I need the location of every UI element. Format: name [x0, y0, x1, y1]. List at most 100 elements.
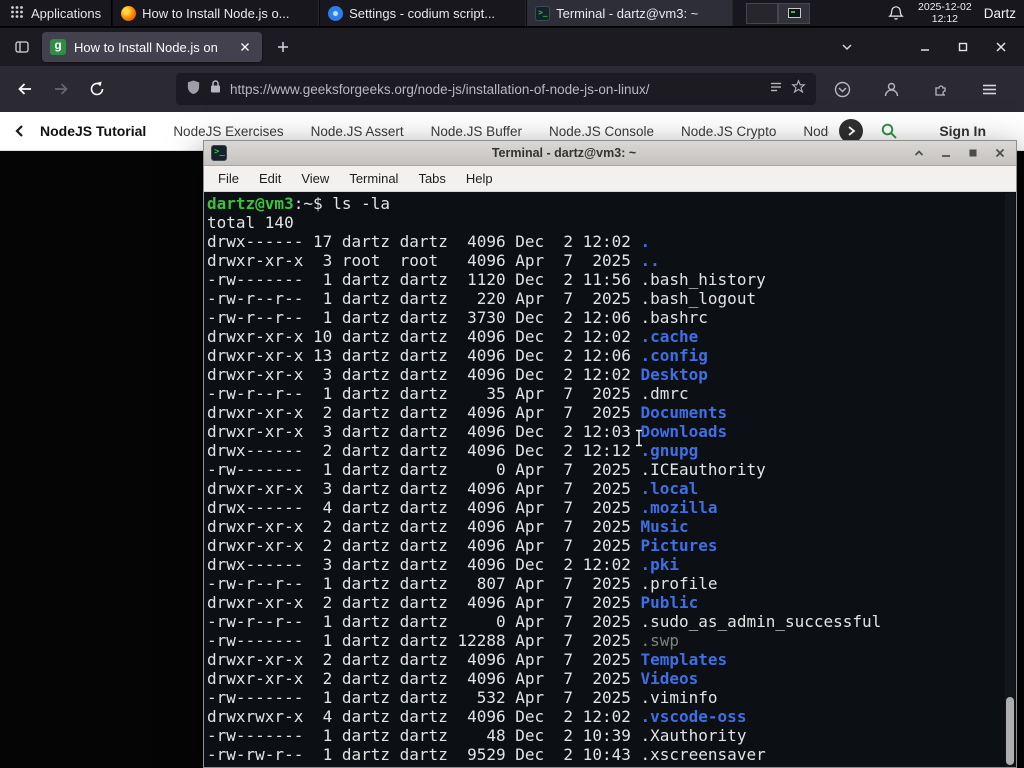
gfg-nav-items: NodeJS Tutorial NodeJS Exercises Node.JS A…: [40, 123, 829, 139]
window-minimize-button[interactable]: [910, 34, 940, 60]
user-menu[interactable]: Dartz: [984, 6, 1016, 21]
desktop: Applications How to Install Node.js o...…: [0, 0, 1024, 768]
terminal-line: -rw------- 1 dartz dartz 532 Apr 7 2025 …: [207, 688, 1004, 707]
terminal-scrollbar[interactable]: [1005, 193, 1015, 767]
back-icon[interactable]: [10, 74, 40, 104]
terminal-menu-edit[interactable]: Edit: [249, 166, 291, 191]
terminal-line: -rw------- 1 dartz dartz 1120 Dec 2 11:5…: [207, 270, 1004, 289]
terminal-icon: [211, 145, 227, 161]
task-button-codium[interactable]: Settings - codium script...: [319, 0, 527, 26]
line-metadata: -rw------- 1 dartz dartz 12288 Apr 7 202…: [207, 631, 641, 650]
line-metadata: -rw-r--r-- 1 dartz dartz 807 Apr 7 2025: [207, 574, 641, 593]
prompt-user-host: dartz@vm3: [207, 194, 294, 213]
terminal-scrollbar-thumb[interactable]: [1006, 697, 1014, 765]
terminal-menubar: File Edit View Terminal Tabs Help: [204, 166, 1016, 192]
terminal-maximize-button[interactable]: [964, 144, 982, 162]
pocket-icon[interactable]: [827, 74, 857, 104]
terminal-prompt-line: dartz@vm3:~$ ls -la: [207, 194, 1004, 213]
terminal-line: -rw-r--r-- 1 dartz dartz 0 Apr 7 2025 .s…: [207, 612, 1004, 631]
file-name: Templates: [640, 650, 728, 669]
text-cursor-pointer: [634, 429, 644, 452]
gfg-nav-item[interactable]: NodeJS Exercises: [173, 124, 283, 139]
url-bar[interactable]: https://www.geeksforgeeks.org/node-js/in…: [176, 73, 816, 105]
firefox-view-icon[interactable]: [8, 33, 36, 61]
terminal-menu-terminal[interactable]: Terminal: [339, 166, 408, 191]
terminal-listing: drwx------ 17 dartz dartz 4096 Dec 2 12:…: [207, 232, 1004, 764]
file-name: .gnupg: [640, 441, 699, 460]
bookmark-star-icon[interactable]: [791, 79, 806, 99]
terminal-line: drwxr-xr-x 2 dartz dartz 4096 Apr 7 2025…: [207, 536, 1004, 555]
terminal-line: drwxr-xr-x 3 root root 4096 Apr 7 2025 .…: [207, 251, 1004, 270]
gfg-nav-item[interactable]: Node.JS Crypto: [681, 124, 776, 139]
sign-in-button[interactable]: Sign In: [939, 123, 986, 139]
gfg-nav-item[interactable]: Node.JS Console: [549, 124, 654, 139]
line-metadata: drwx------ 17 dartz dartz 4096 Dec 2 12:…: [207, 232, 641, 251]
file-name: Documents: [640, 403, 728, 422]
applications-menu-button[interactable]: Applications: [0, 0, 111, 26]
notifications-bell-icon[interactable]: [888, 5, 904, 21]
forward-icon[interactable]: [46, 74, 76, 104]
file-name: .bash_logout: [640, 289, 757, 308]
file-name: .: [640, 232, 651, 251]
workspace-window-icon: [787, 8, 801, 18]
file-name: .ICEauthority: [640, 460, 766, 479]
window-maximize-button[interactable]: [948, 34, 978, 60]
workspace-1[interactable]: [746, 2, 779, 24]
workspace-2[interactable]: [778, 2, 811, 24]
tab-close-icon[interactable]: [236, 38, 254, 56]
padlock-icon[interactable]: [209, 79, 222, 99]
file-name: .viminfo: [640, 688, 718, 707]
nav-scroll-left-icon[interactable]: [10, 121, 30, 141]
extensions-puzzle-icon[interactable]: [925, 74, 955, 104]
new-tab-button[interactable]: [270, 34, 296, 60]
terminal-close-button[interactable]: [991, 144, 1009, 162]
terminal-titlebar[interactable]: Terminal - dartz@vm3: ~: [204, 141, 1016, 166]
tab-bar: How to Install Node.js on: [0, 28, 1024, 66]
terminal-line: -rw------- 1 dartz dartz 48 Dec 2 10:39 …: [207, 726, 1004, 745]
gfg-nav-item[interactable]: Node.JS Buffer: [431, 124, 522, 139]
terminal-line: drwxrwxr-x 4 dartz dartz 4096 Dec 2 12:0…: [207, 707, 1004, 726]
line-metadata: drwxr-xr-x 3 dartz dartz 4096 Apr 7 2025: [207, 479, 641, 498]
terminal-menu-tabs[interactable]: Tabs: [408, 166, 455, 191]
task-button-firefox[interactable]: How to Install Node.js o...: [112, 0, 320, 26]
gfg-nav-item[interactable]: Node.JS Assert: [311, 124, 404, 139]
terminal-line: drwx------ 17 dartz dartz 4096 Dec 2 12:…: [207, 232, 1004, 251]
file-name: .cache: [640, 327, 699, 346]
line-metadata: -rw------- 1 dartz dartz 532 Apr 7 2025: [207, 688, 641, 707]
file-name: .bash_history: [640, 270, 766, 289]
gfg-nav-item[interactable]: Node.JS DNS: [803, 124, 829, 139]
menu-hamburger-icon[interactable]: [974, 74, 1004, 104]
line-metadata: drwxr-xr-x 2 dartz dartz 4096 Apr 7 2025: [207, 593, 641, 612]
reload-icon[interactable]: [82, 74, 112, 104]
line-metadata: drwxr-xr-x 3 dartz dartz 4096 Dec 2 12:0…: [207, 365, 641, 384]
workspace-switcher[interactable]: [746, 2, 811, 24]
terminal-menu-view[interactable]: View: [291, 166, 339, 191]
line-metadata: -rw------- 1 dartz dartz 48 Dec 2 10:39: [207, 726, 641, 745]
terminal-menu-help[interactable]: Help: [456, 166, 503, 191]
gfg-nav-item[interactable]: NodeJS Tutorial: [40, 123, 146, 139]
line-metadata: drwxr-xr-x 3 root root 4096 Apr 7 2025: [207, 251, 641, 270]
file-name: .bashrc: [640, 308, 708, 327]
terminal-line: drwxr-xr-x 2 dartz dartz 4096 Apr 7 2025…: [207, 517, 1004, 536]
reader-view-icon[interactable]: [769, 80, 783, 99]
account-icon[interactable]: [876, 74, 906, 104]
terminal-shade-button[interactable]: [910, 144, 928, 162]
terminal-menu-file[interactable]: File: [208, 166, 249, 191]
clock[interactable]: 2025-12-02 12:12: [918, 1, 972, 25]
task-button-terminal[interactable]: Terminal - dartz@vm3: ~: [526, 0, 734, 26]
top-panel: Applications How to Install Node.js o...…: [0, 0, 1024, 27]
terminal-line: -rw------- 1 dartz dartz 12288 Apr 7 202…: [207, 631, 1004, 650]
window-close-button[interactable]: [986, 34, 1016, 60]
tracking-shield-icon[interactable]: [186, 79, 201, 100]
terminal-screen[interactable]: dartz@vm3:~$ ls -la total 140 drwx------ 1…: [204, 192, 1016, 767]
clock-date: 2025-12-02: [918, 1, 972, 13]
terminal-minimize-button[interactable]: [937, 144, 955, 162]
browser-tab[interactable]: How to Install Node.js on: [42, 32, 262, 62]
file-name: .Xauthority: [640, 726, 747, 745]
list-all-tabs-icon[interactable]: [832, 34, 862, 60]
terminal-line: drwxr-xr-x 3 dartz dartz 4096 Apr 7 2025…: [207, 479, 1004, 498]
command-text: ls -la: [332, 194, 391, 213]
applications-label: Applications: [31, 5, 102, 21]
file-name: .swp: [640, 631, 680, 650]
file-name: .pki: [640, 555, 680, 574]
